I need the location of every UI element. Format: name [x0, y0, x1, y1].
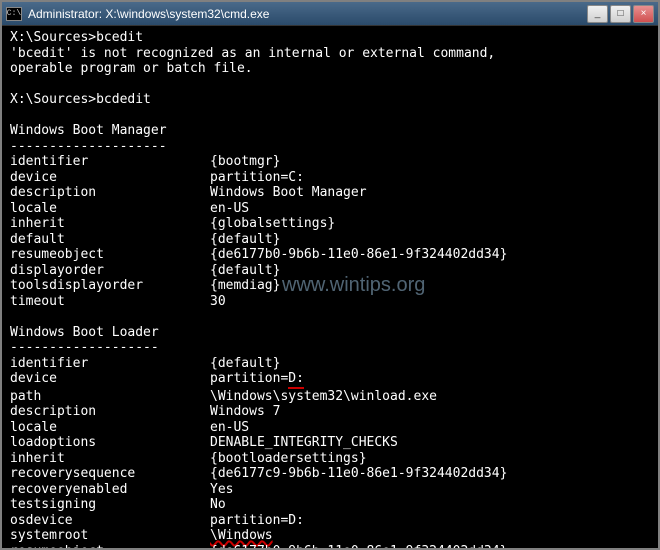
row-value: {bootmgr} — [210, 154, 280, 169]
row-label: description — [10, 404, 210, 420]
row-label: locale — [10, 201, 210, 217]
row-label: inherit — [10, 216, 210, 232]
section-header: Windows Boot Loader — [10, 325, 650, 341]
row-label: resumeobject — [10, 544, 210, 549]
row-value: {memdiag} — [210, 278, 280, 293]
maximize-button[interactable]: □ — [610, 5, 631, 23]
output-row: osdevicepartition=D: — [10, 513, 650, 529]
row-label: timeout — [10, 294, 210, 310]
window-controls: _ □ × — [587, 5, 654, 23]
row-value: partition= — [210, 371, 288, 386]
output-row: devicepartition=C: — [10, 170, 650, 186]
row-value: Windows 7 — [210, 404, 280, 419]
row-label: resumeobject — [10, 247, 210, 263]
row-value: {default} — [210, 263, 280, 278]
row-value: {default} — [210, 232, 280, 247]
row-label: inherit — [10, 451, 210, 467]
titlebar[interactable]: C:\ Administrator: X:\windows\system32\c… — [2, 2, 658, 26]
output-row: inherit{globalsettings} — [10, 216, 650, 232]
row-label: identifier — [10, 154, 210, 170]
cmd-window: C:\ Administrator: X:\windows\system32\c… — [0, 0, 660, 550]
output-row: descriptionWindows Boot Manager — [10, 185, 650, 201]
output-row: resumeobject{de6177b0-9b6b-11e0-86e1-9f3… — [10, 247, 650, 263]
row-label: device — [10, 371, 210, 387]
window-title: Administrator: X:\windows\system32\cmd.e… — [28, 7, 587, 21]
row-value: {de6177c9-9b6b-11e0-86e1-9f324402dd34} — [210, 466, 507, 481]
output-row: loadoptionsDENABLE_INTEGRITY_CHECKS — [10, 435, 650, 451]
row-label: identifier — [10, 356, 210, 372]
terminal-output[interactable]: www.wintips.org X:\Sources>bcedit 'bcedi… — [2, 26, 658, 548]
row-label: toolsdisplayorder — [10, 278, 210, 294]
blank-line — [10, 77, 650, 93]
highlighted-value: D: — [288, 371, 304, 389]
row-label: recoveryenabled — [10, 482, 210, 498]
row-value: partition=C: — [210, 170, 304, 185]
row-value: {de6177b0-9b6b-11e0-86e1-9f324402dd34} — [210, 544, 507, 549]
output-row: devicepartition=D: — [10, 371, 650, 389]
row-label: loadoptions — [10, 435, 210, 451]
output-row: toolsdisplayorder{memdiag} — [10, 278, 650, 294]
row-label: device — [10, 170, 210, 186]
output-row: identifier{default} — [10, 356, 650, 372]
row-value: {de6177b0-9b6b-11e0-86e1-9f324402dd34} — [210, 247, 507, 262]
minimize-button[interactable]: _ — [587, 5, 608, 23]
prompt-line: X:\Sources>bcedit — [10, 30, 650, 46]
highlighted-value: \Windows — [210, 528, 273, 543]
blank-line — [10, 108, 650, 124]
output-row: identifier{bootmgr} — [10, 154, 650, 170]
row-value: en-US — [210, 201, 249, 216]
cmd-icon: C:\ — [6, 7, 22, 21]
row-value: en-US — [210, 420, 249, 435]
row-value: {bootloadersettings} — [210, 451, 367, 466]
output-row: descriptionWindows 7 — [10, 404, 650, 420]
row-value: partition=D: — [210, 513, 304, 528]
section-underline: ------------------- — [10, 340, 650, 356]
section-underline: -------------------- — [10, 139, 650, 155]
output-row: path\Windows\system32\winload.exe — [10, 389, 650, 405]
output-row: recoveryenabledYes — [10, 482, 650, 498]
row-label: description — [10, 185, 210, 201]
row-label: systemroot — [10, 528, 210, 544]
section-header: Windows Boot Manager — [10, 123, 650, 139]
row-value: \Windows\system32\winload.exe — [210, 389, 437, 404]
row-label: locale — [10, 420, 210, 436]
row-value: {globalsettings} — [210, 216, 335, 231]
output-row: resumeobject{de6177b0-9b6b-11e0-86e1-9f3… — [10, 544, 650, 549]
output-row: recoverysequence{de6177c9-9b6b-11e0-86e1… — [10, 466, 650, 482]
row-label: recoverysequence — [10, 466, 210, 482]
row-value: Windows Boot Manager — [210, 185, 367, 200]
error-line: 'bcedit' is not recognized as an interna… — [10, 46, 650, 62]
output-row: systemroot\Windows — [10, 528, 650, 544]
row-value: No — [210, 497, 226, 512]
error-line: operable program or batch file. — [10, 61, 650, 77]
row-value: Yes — [210, 482, 233, 497]
output-row: timeout30 — [10, 294, 650, 310]
output-row: inherit{bootloadersettings} — [10, 451, 650, 467]
output-row: localeen-US — [10, 420, 650, 436]
row-value: {default} — [210, 356, 280, 371]
output-row: testsigningNo — [10, 497, 650, 513]
blank-line — [10, 309, 650, 325]
row-value: \Windows — [210, 528, 273, 543]
row-label: displayorder — [10, 263, 210, 279]
row-label: default — [10, 232, 210, 248]
row-value: 30 — [210, 294, 226, 309]
output-row: default{default} — [10, 232, 650, 248]
row-label: testsigning — [10, 497, 210, 513]
prompt-line: X:\Sources>bcdedit — [10, 92, 650, 108]
output-row: displayorder{default} — [10, 263, 650, 279]
row-label: osdevice — [10, 513, 210, 529]
row-value: DENABLE_INTEGRITY_CHECKS — [210, 435, 398, 450]
close-button[interactable]: × — [633, 5, 654, 23]
output-row: localeen-US — [10, 201, 650, 217]
row-label: path — [10, 389, 210, 405]
